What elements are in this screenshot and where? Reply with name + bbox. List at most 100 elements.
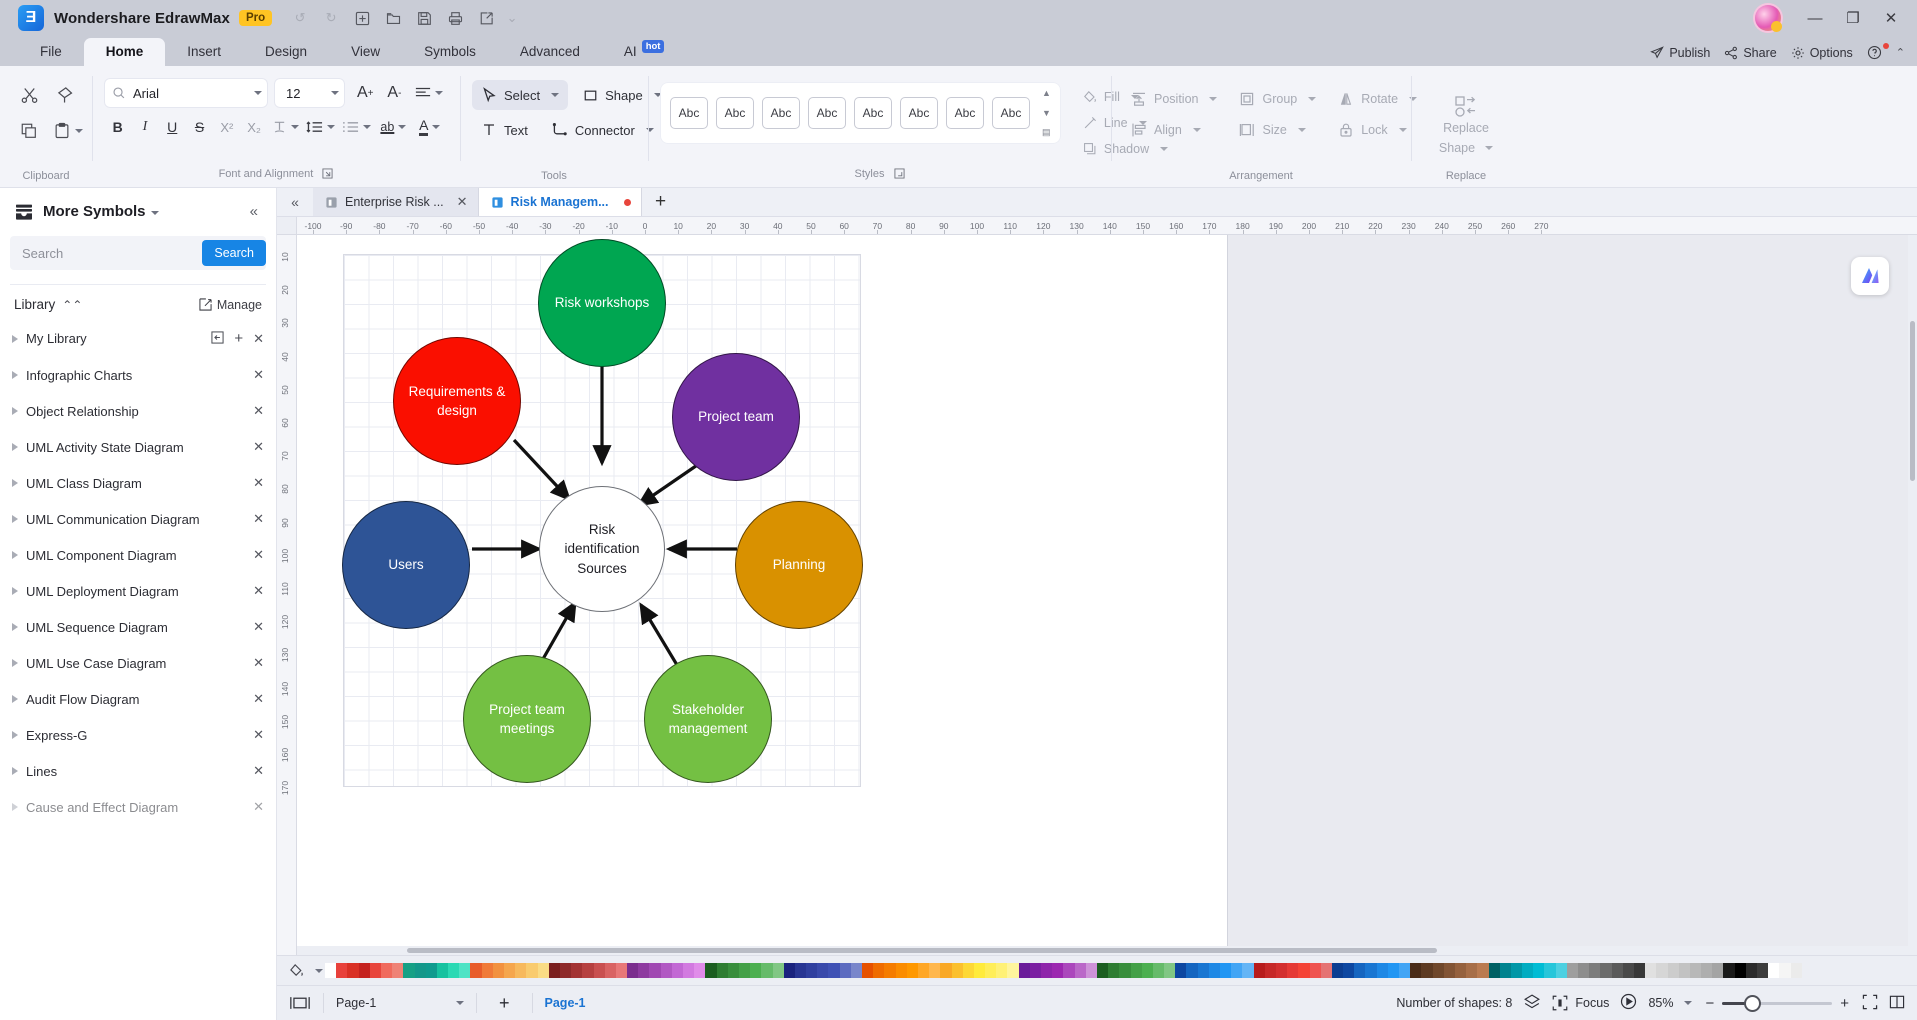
- color-swatch[interactable]: [1779, 963, 1791, 978]
- ai-assistant-button[interactable]: [1851, 257, 1889, 295]
- color-swatch[interactable]: [515, 963, 527, 978]
- color-swatch[interactable]: [873, 963, 885, 978]
- vertical-ruler[interactable]: 10 20 30 40 50 60 70 80 90 100 110 120 130 140 150 160 1…: [277, 235, 297, 955]
- expand-triangle-icon[interactable]: [12, 695, 18, 703]
- expand-triangle-icon[interactable]: [12, 407, 18, 415]
- color-swatch[interactable]: [1242, 963, 1254, 978]
- color-swatch[interactable]: [1421, 963, 1433, 978]
- expand-triangle-icon[interactable]: [12, 551, 18, 559]
- format-painter-button[interactable]: [48, 78, 82, 112]
- close-library-icon[interactable]: ✕: [253, 583, 264, 599]
- library-item-uml-communication-diagram[interactable]: UML Communication Diagram ✕: [0, 501, 276, 537]
- close-library-icon[interactable]: ✕: [253, 547, 264, 563]
- color-swatch[interactable]: [1566, 963, 1578, 978]
- bullet-list-button[interactable]: [339, 112, 375, 142]
- diagram-node-planning[interactable]: Planning: [735, 501, 863, 629]
- close-library-icon[interactable]: ✕: [253, 403, 264, 419]
- import-library-icon[interactable]: [211, 330, 224, 347]
- connector-tool-button[interactable]: Connector: [543, 115, 663, 145]
- chevron-down-icon[interactable]: [1684, 1001, 1693, 1005]
- color-swatch[interactable]: [1253, 963, 1265, 978]
- color-swatch[interactable]: [1387, 963, 1399, 978]
- color-swatch[interactable]: [761, 963, 773, 978]
- color-swatch[interactable]: [1510, 963, 1523, 978]
- clear-formatting-button[interactable]: [268, 112, 303, 142]
- expand-triangle-icon[interactable]: [12, 587, 18, 595]
- color-swatch[interactable]: [1287, 963, 1299, 978]
- color-swatch[interactable]: [1231, 963, 1243, 978]
- color-swatch[interactable]: [1555, 963, 1567, 978]
- share-button[interactable]: Share: [1724, 46, 1777, 60]
- color-swatch[interactable]: [727, 963, 739, 978]
- color-swatch[interactable]: [347, 963, 359, 978]
- strikethrough-button[interactable]: S: [186, 112, 213, 142]
- style-gallery-scroll[interactable]: ▲ ▼ ▤: [1042, 89, 1051, 137]
- style-scroll-down-icon[interactable]: ▼: [1042, 108, 1051, 118]
- color-swatch[interactable]: [817, 963, 829, 978]
- close-library-icon[interactable]: ✕: [253, 727, 264, 743]
- style-chip[interactable]: Abc: [808, 97, 846, 129]
- color-swatch[interactable]: [1152, 963, 1165, 978]
- color-swatch[interactable]: [481, 963, 493, 978]
- color-swatch[interactable]: [582, 963, 594, 978]
- color-swatch[interactable]: [1197, 963, 1209, 978]
- library-item-lines[interactable]: Lines ✕: [0, 753, 276, 789]
- diagram-node-project-team[interactable]: Project team: [672, 353, 800, 481]
- color-swatch[interactable]: [1477, 963, 1489, 978]
- color-swatch[interactable]: [1320, 963, 1332, 978]
- color-swatch[interactable]: [448, 963, 460, 978]
- color-swatch[interactable]: [1499, 963, 1511, 978]
- color-swatch[interactable]: [738, 963, 751, 978]
- library-item-cause-and-effect-diagram[interactable]: Cause and Effect Diagram ✕: [0, 789, 276, 825]
- close-library-icon[interactable]: ✕: [253, 511, 264, 527]
- color-swatch[interactable]: [1712, 963, 1724, 978]
- style-chip[interactable]: Abc: [992, 97, 1030, 129]
- expand-triangle-icon[interactable]: [12, 443, 18, 451]
- color-swatch[interactable]: [470, 963, 482, 978]
- zoom-knob[interactable]: [1746, 996, 1760, 1010]
- align-button[interactable]: Align: [1123, 115, 1225, 144]
- color-swatch[interactable]: [694, 963, 706, 978]
- diagram-node-project-team-meetings[interactable]: Project team meetings: [463, 655, 591, 783]
- color-swatch[interactable]: [403, 963, 415, 978]
- style-chip[interactable]: Abc: [900, 97, 938, 129]
- decrease-font-size-button[interactable]: A-: [380, 78, 409, 108]
- style-chip[interactable]: Abc: [762, 97, 800, 129]
- color-swatches[interactable]: [325, 963, 1917, 978]
- superscript-button[interactable]: X²: [213, 112, 240, 142]
- expand-triangle-icon[interactable]: [12, 515, 18, 523]
- color-swatch[interactable]: [459, 963, 471, 978]
- underline-button[interactable]: U: [159, 112, 186, 142]
- increase-font-size-button[interactable]: A +: [351, 78, 380, 108]
- color-swatch[interactable]: [571, 963, 583, 978]
- color-swatch[interactable]: [638, 963, 650, 978]
- library-item-infographic-charts[interactable]: Infographic Charts ✕: [0, 357, 276, 393]
- color-swatch[interactable]: [1589, 963, 1601, 978]
- color-swatch[interactable]: [1298, 963, 1310, 978]
- style-chip[interactable]: Abc: [946, 97, 984, 129]
- help-button[interactable]: [1867, 43, 1889, 60]
- color-swatch[interactable]: [705, 963, 717, 978]
- color-swatch[interactable]: [615, 963, 628, 978]
- color-swatch[interactable]: [1768, 963, 1780, 978]
- cut-button[interactable]: [12, 78, 46, 112]
- fit-width-button[interactable]: [1889, 994, 1905, 1013]
- color-swatch[interactable]: [1432, 963, 1444, 978]
- color-swatch[interactable]: [1096, 963, 1109, 978]
- close-button[interactable]: ✕: [1873, 3, 1909, 33]
- color-swatch[interactable]: [1600, 963, 1612, 978]
- close-tab-icon[interactable]: ✕: [457, 194, 468, 210]
- color-swatch[interactable]: [772, 963, 784, 978]
- library-item-my-library[interactable]: My Library + ✕: [0, 320, 276, 357]
- tab-home[interactable]: Home: [83, 38, 166, 66]
- color-swatch[interactable]: [750, 963, 762, 978]
- font-dialog-launcher[interactable]: [322, 168, 333, 182]
- color-swatch[interactable]: [1365, 963, 1377, 978]
- diagram-node-requirements-design[interactable]: Requirements & design: [393, 337, 521, 465]
- color-swatch[interactable]: [716, 963, 728, 978]
- document-tab-risk-management[interactable]: Risk Managem...: [478, 188, 642, 216]
- color-swatch[interactable]: [1309, 963, 1321, 978]
- color-swatch[interactable]: [828, 963, 840, 978]
- maximize-button[interactable]: ❐: [1835, 3, 1871, 33]
- color-swatch[interactable]: [917, 963, 930, 978]
